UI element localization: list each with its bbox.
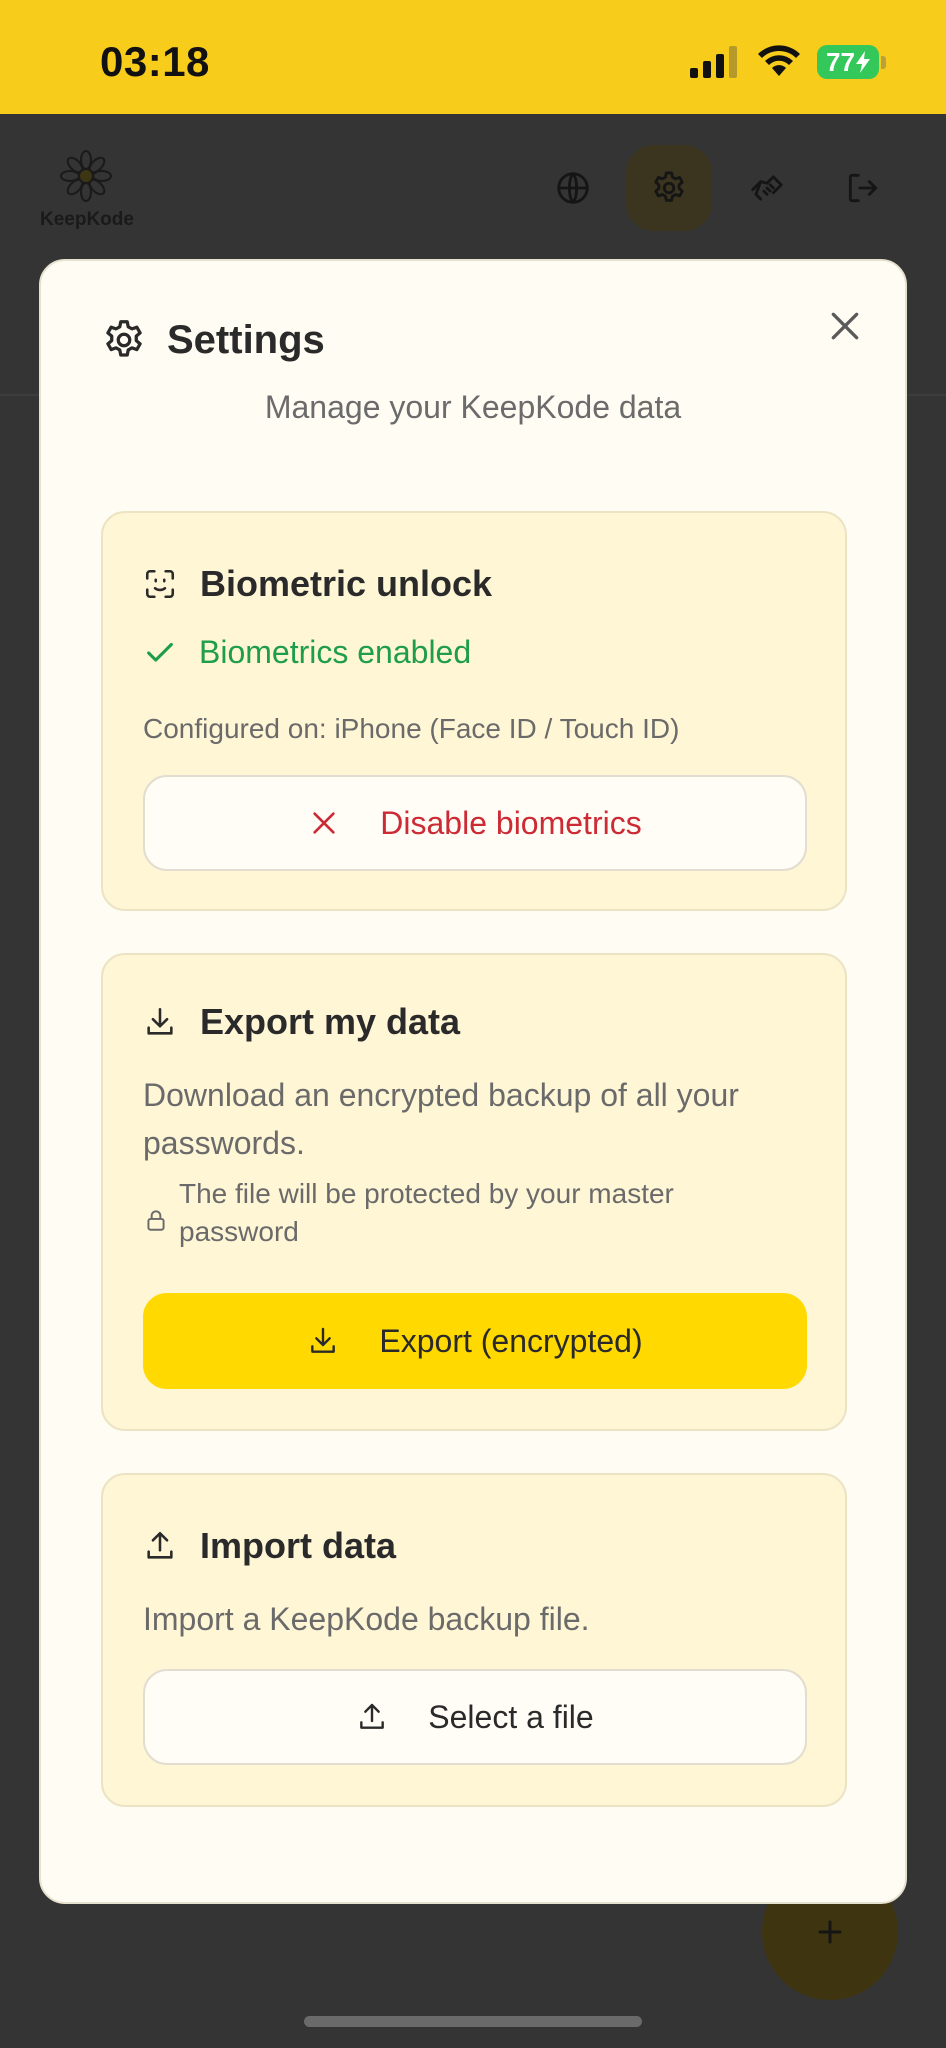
battery-cap (881, 56, 886, 69)
biometric-title: Biometric unlock (200, 563, 493, 604)
battery-indicator: 77 (817, 45, 879, 79)
biometric-card-header: Biometric unlock (143, 563, 492, 605)
upload-icon (147, 1531, 173, 1559)
gear-icon (106, 320, 142, 357)
check-icon (147, 642, 173, 662)
upload-icon (360, 1703, 385, 1729)
charging-bolt-icon (855, 51, 870, 73)
export-note: The file will be protected by your maste… (143, 1175, 743, 1251)
app-logo: KeepKode (40, 150, 134, 231)
settings-button[interactable] (626, 145, 712, 231)
modal-title: Settings (167, 317, 325, 362)
home-indicator (304, 2016, 642, 2027)
settings-modal: Settings Manage your KeepKode data Biome… (39, 259, 907, 1904)
disable-biometrics-label: Disable biometrics (380, 804, 642, 841)
signal-icon (690, 46, 737, 78)
biometric-status-text: Biometrics enabled (199, 634, 472, 670)
x-icon (313, 812, 335, 834)
export-encrypted-button[interactable]: Export (encrypted) (143, 1293, 807, 1389)
app-header: KeepKode (0, 114, 946, 264)
daisy-logo-icon (60, 150, 112, 202)
plus-icon (818, 1920, 842, 1944)
handshake-icon (751, 175, 783, 201)
close-icon[interactable] (825, 306, 865, 346)
app-logo-text: KeepKode (40, 209, 134, 230)
import-card: Import data Import a KeepKode backup fil… (101, 1473, 847, 1807)
export-card: Export my data Download an encrypted bac… (101, 953, 847, 1431)
logout-icon (848, 173, 878, 203)
export-note-text: The file will be protected by your maste… (179, 1178, 674, 1247)
biometric-card: Biometric unlock Biometrics enabled Conf… (101, 511, 847, 911)
language-button[interactable] (530, 145, 616, 231)
export-title: Export my data (200, 1001, 461, 1042)
support-button[interactable] (724, 145, 810, 231)
export-button-label: Export (encrypted) (379, 1322, 643, 1359)
select-file-label: Select a file (428, 1698, 594, 1735)
biometric-configured-text: Configured on: iPhone (Face ID / Touch I… (143, 713, 680, 744)
modal-header: Settings (101, 317, 325, 363)
modal-subtitle: Manage your KeepKode data (264, 389, 682, 425)
battery-level: 77 (826, 46, 855, 77)
import-title: Import data (200, 1525, 397, 1566)
biometric-status: Biometrics enabled (143, 634, 471, 671)
download-icon (311, 1327, 336, 1353)
disable-biometrics-button[interactable]: Disable biometrics (143, 775, 807, 871)
export-description: Download an encrypted backup of all your… (143, 1077, 739, 1161)
import-description: Import a KeepKode backup file. (143, 1601, 590, 1637)
face-id-icon (145, 569, 175, 599)
wifi-icon (758, 45, 800, 76)
lock-icon (147, 1210, 165, 1231)
logout-button[interactable] (820, 145, 906, 231)
status-bar: 03:18 77 (0, 0, 946, 114)
globe-icon (557, 172, 589, 204)
export-card-header: Export my data (143, 1001, 460, 1043)
download-icon (147, 1007, 173, 1035)
status-time: 03:18 (100, 38, 210, 85)
import-card-header: Import data (143, 1525, 396, 1567)
gear-icon (654, 171, 684, 202)
select-file-button[interactable]: Select a file (143, 1669, 807, 1765)
